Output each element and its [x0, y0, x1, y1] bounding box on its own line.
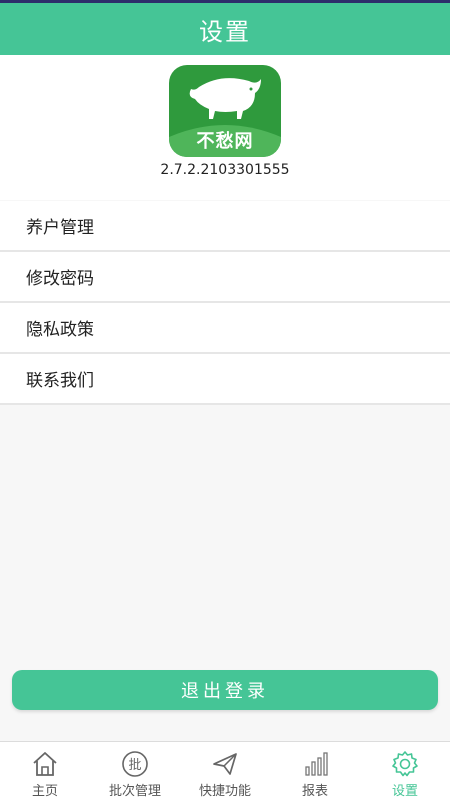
menu-item-privacy-policy[interactable]: 隐私政策 — [0, 303, 450, 354]
menu-item-label: 联系我们 — [26, 371, 94, 391]
app-version: 2.7.2.2103301555 — [160, 162, 290, 178]
tab-label: 批次管理 — [108, 784, 161, 799]
tab-settings[interactable]: 设置 — [360, 742, 450, 800]
tab-label: 报表 — [301, 784, 328, 799]
batch-icon-text: 批 — [128, 758, 141, 773]
tab-label: 快捷功能 — [198, 784, 251, 799]
menu-item-label: 隐私政策 — [26, 320, 94, 340]
app-logo: 不愁网 — [169, 65, 281, 157]
tab-reports[interactable]: 报表 — [270, 742, 360, 800]
header-bar: 设置 — [0, 0, 450, 55]
tab-batch-management[interactable]: 批 批次管理 — [90, 742, 180, 800]
logo-text: 不愁网 — [196, 131, 254, 152]
settings-menu: 养户管理 修改密码 隐私政策 联系我们 — [0, 201, 450, 405]
page-title: 设置 — [199, 17, 251, 46]
app-info-section: 不愁网 2.7.2.2103301555 — [0, 55, 450, 200]
tab-home[interactable]: 主页 — [0, 742, 90, 800]
tab-label: 设置 — [391, 784, 418, 799]
menu-item-change-password[interactable]: 修改密码 — [0, 252, 450, 303]
menu-item-label: 养户管理 — [26, 218, 94, 238]
tab-quick-functions[interactable]: 快捷功能 — [180, 742, 270, 800]
menu-item-farmer-management[interactable]: 养户管理 — [0, 201, 450, 252]
menu-item-contact-us[interactable]: 联系我们 — [0, 354, 450, 405]
home-icon — [33, 752, 57, 776]
menu-item-label: 修改密码 — [26, 269, 94, 289]
bar-chart-icon — [305, 752, 328, 776]
logout-button[interactable]: 退出登录 — [12, 670, 438, 710]
gear-icon — [392, 751, 418, 777]
bottom-tab-bar: 主页 批 批次管理 快捷功能 报表 设置 — [0, 741, 450, 800]
tab-label: 主页 — [31, 784, 58, 799]
paper-plane-icon — [213, 753, 237, 775]
batch-icon: 批 — [122, 751, 148, 777]
